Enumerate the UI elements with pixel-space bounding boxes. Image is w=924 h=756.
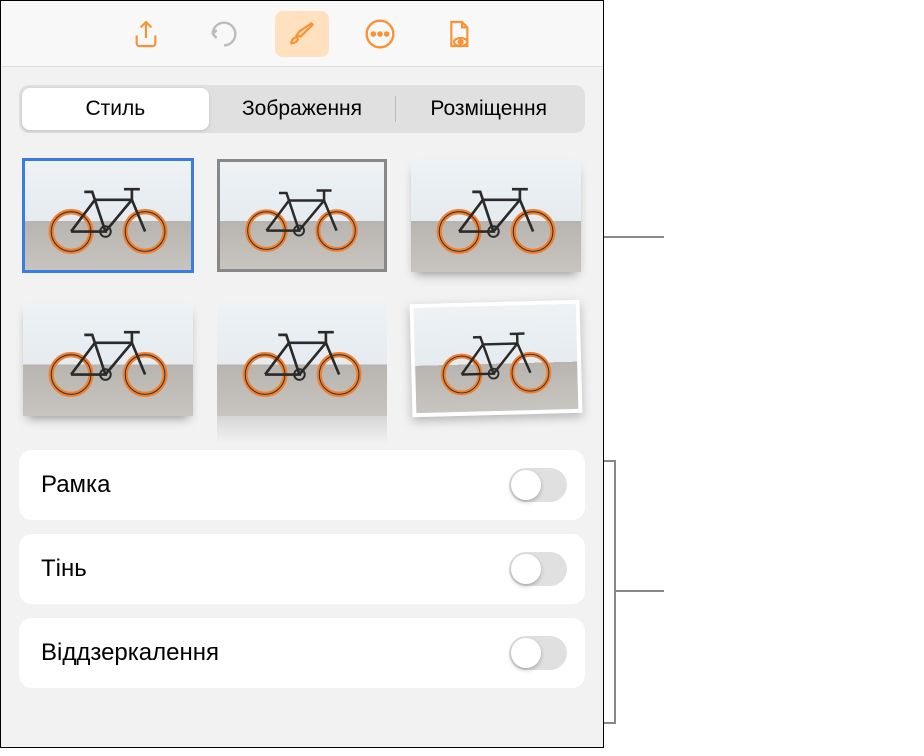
share-icon — [130, 18, 162, 50]
share-button[interactable] — [119, 11, 173, 57]
style-preset-none[interactable] — [23, 159, 193, 272]
bike-thumbnail — [425, 320, 566, 397]
callout-line — [616, 590, 664, 592]
content-area: Стиль Зображення Розміщення — [1, 67, 603, 706]
style-preset-border[interactable] — [217, 159, 387, 272]
format-button[interactable] — [275, 11, 329, 57]
toggle-knob — [511, 470, 541, 500]
option-row-border[interactable]: Рамка — [19, 450, 585, 520]
more-icon — [364, 18, 396, 50]
undo-icon — [208, 18, 240, 50]
toggle-border[interactable] — [509, 468, 567, 502]
tab-style[interactable]: Стиль — [22, 88, 209, 130]
option-row-shadow[interactable]: Тінь — [19, 534, 585, 604]
style-presets-grid — [19, 159, 585, 416]
bike-thumbnail — [35, 176, 181, 255]
bike-thumbnail — [229, 319, 375, 398]
bike-thumbnail — [231, 178, 372, 253]
tab-bar: Стиль Зображення Розміщення — [19, 85, 585, 133]
bike-thumbnail — [423, 176, 569, 255]
style-options-list: Рамка Тінь Віддзеркалення — [19, 450, 585, 688]
toolbar — [1, 1, 603, 67]
toggle-knob — [511, 638, 541, 668]
callout-bracket — [604, 460, 616, 724]
style-preset-drop-shadow[interactable] — [23, 302, 193, 415]
toggle-reflection[interactable] — [509, 636, 567, 670]
option-label-shadow: Тінь — [41, 555, 87, 583]
bike-thumbnail — [35, 319, 181, 398]
document-view-button[interactable] — [431, 11, 485, 57]
style-preset-shadow[interactable] — [411, 159, 581, 272]
option-row-reflection[interactable]: Віддзеркалення — [19, 618, 585, 688]
style-preset-photo[interactable] — [411, 302, 581, 415]
callout-line — [604, 236, 664, 238]
more-button[interactable] — [353, 11, 407, 57]
format-panel: Стиль Зображення Розміщення — [0, 0, 604, 748]
tab-image[interactable]: Зображення — [209, 88, 396, 130]
tab-arrange[interactable]: Розміщення — [395, 88, 582, 130]
document-view-icon — [442, 18, 474, 50]
style-preset-reflection[interactable] — [217, 302, 387, 415]
paintbrush-icon — [286, 18, 318, 50]
option-label-reflection: Віддзеркалення — [41, 639, 219, 667]
toggle-shadow[interactable] — [509, 552, 567, 586]
option-label-border: Рамка — [41, 471, 110, 499]
toggle-knob — [511, 554, 541, 584]
undo-button[interactable] — [197, 11, 251, 57]
